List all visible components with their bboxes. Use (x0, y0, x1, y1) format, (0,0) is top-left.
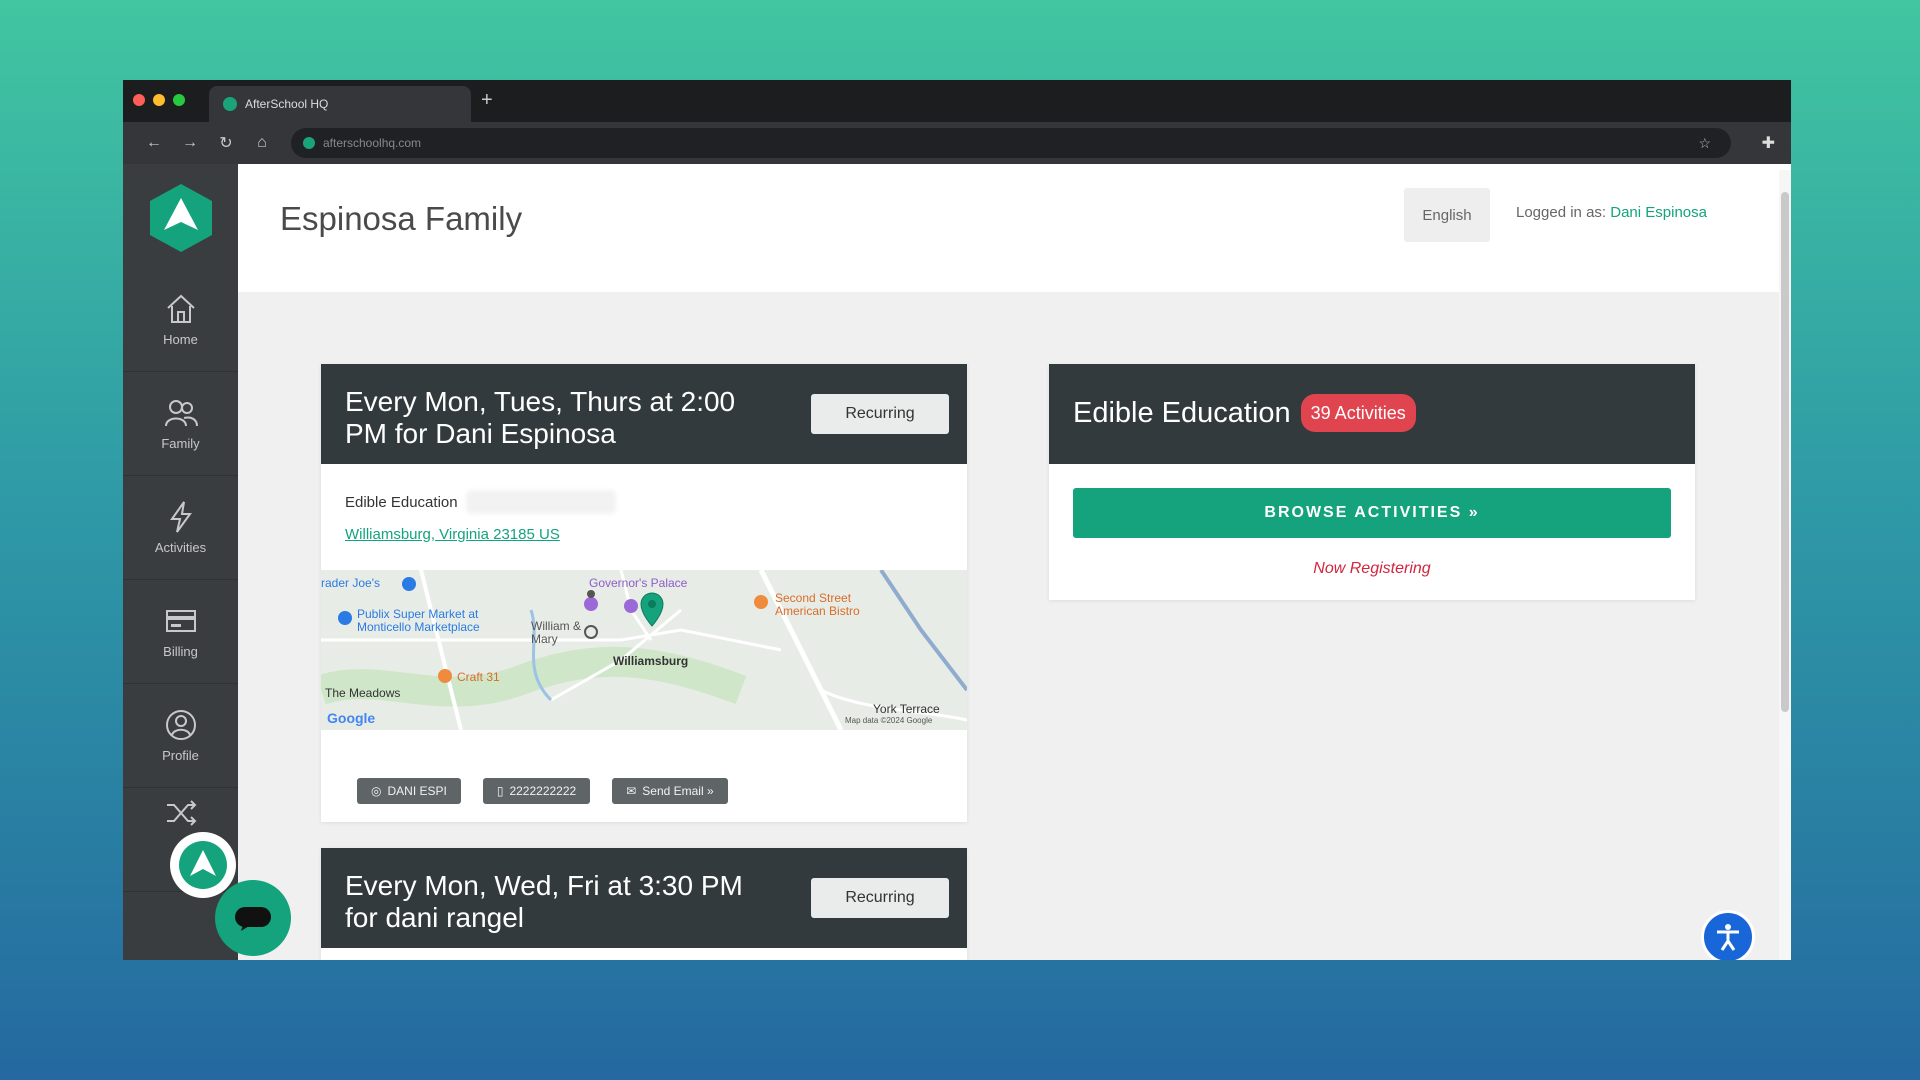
page-scrollbar[interactable] (1779, 170, 1791, 960)
sidebar-item-profile[interactable]: Profile (123, 684, 238, 788)
favicon-icon (223, 97, 237, 111)
tab-bar: AfterSchool HQ + (123, 80, 1791, 122)
child-chip[interactable]: ◎ DANI ESPI (357, 778, 461, 804)
url-text: afterschoolhq.com (323, 136, 422, 150)
phone-chip[interactable]: ▯ 2222222222 (482, 778, 591, 804)
redacted-field (465, 490, 616, 514)
sidebar-item-billing[interactable]: Billing (123, 580, 238, 684)
page-viewport: Home Family Activities Billing Profile E… (123, 164, 1791, 960)
enrollment-header: Every Mon, Wed, Fri at 3:30 PM for dani … (321, 848, 967, 948)
enrollment-card: Every Mon, Tues, Thurs at 2:00 PM for Da… (321, 364, 967, 822)
provider-name: Edible Education (1073, 397, 1291, 429)
schedule-title: Every Mon, Tues, Thurs at 2:00 PM for Da… (345, 386, 736, 449)
recurring-badge: Recurring (811, 878, 949, 918)
scroll-thumb[interactable] (1781, 192, 1789, 712)
family-icon (164, 400, 198, 427)
user-link[interactable]: Dani Espinosa (1610, 204, 1707, 221)
language-selector[interactable]: English (1404, 188, 1490, 242)
chip-label: DANI ESPI (387, 784, 447, 798)
accessibility-button[interactable] (1701, 910, 1755, 960)
browser-window: AfterSchool HQ + ← → ↻ ⌂ afterschoolhq.c… (123, 80, 1791, 960)
chip-label: 2222222222 (509, 784, 577, 798)
tab-title: AfterSchool HQ (245, 97, 329, 111)
home-browser-icon[interactable]: ⌂ (251, 134, 273, 152)
login-prefix: Logged in as: (1516, 204, 1607, 221)
minimize-window-button[interactable] (153, 94, 165, 106)
org-name: Edible Education (345, 493, 458, 511)
map-label: Craft 31 (457, 670, 500, 684)
contact-chips: ◎ DANI ESPI ▯ 2222222222 ✉ Send Email » (357, 778, 728, 804)
map-label: Second Street American Bistro (775, 591, 860, 618)
provider-header: Edible Education 39 Activities (1049, 364, 1695, 464)
location-map[interactable]: rader Joe's Governor's Palace Publix Sup… (321, 570, 967, 730)
enrollment-card: Every Mon, Wed, Fri at 3:30 PM for dani … (321, 848, 967, 960)
extensions-icon[interactable]: ✚ (1762, 133, 1775, 153)
sidebar-item-label: Activities (154, 540, 207, 555)
chat-bubble-icon (235, 907, 271, 931)
browser-tab[interactable]: AfterSchool HQ (209, 86, 471, 122)
provider-card: Edible Education 39 Activities BROWSE AC… (1049, 364, 1695, 600)
map-label: William & Mary (531, 619, 581, 646)
google-logo: Google (327, 710, 376, 726)
mail-icon: ✉ (626, 784, 637, 798)
map-attribution: Map data ©2024 Google (845, 716, 933, 725)
address-bar[interactable]: afterschoolhq.com ☆ (291, 128, 1731, 158)
registration-status: Now Registering (1313, 560, 1431, 577)
sidebar-item-label: Home (163, 332, 198, 347)
site-icon (303, 137, 315, 149)
sidebar-item-activities[interactable]: Activities (123, 476, 238, 580)
lightning-icon (169, 501, 192, 533)
map-label: Governor's Palace (589, 576, 688, 590)
sidebar-item-label: Profile (162, 748, 199, 763)
app-logo-icon (179, 841, 227, 889)
map-label: The Meadows (325, 686, 401, 700)
provider-title-row: Edible Education 39 Activities (1049, 364, 1695, 462)
shuffle-icon (166, 800, 196, 826)
billing-icon (165, 610, 196, 632)
home-icon (166, 294, 195, 323)
phone-icon: ▯ (496, 784, 504, 798)
browser-toolbar: ← → ↻ ⌂ afterschoolhq.com ☆ ✚ (123, 122, 1791, 164)
maximize-window-button[interactable] (173, 94, 185, 106)
profile-icon (165, 710, 196, 740)
map-label: York Terrace (873, 702, 940, 716)
sidebar-item-label: Billing (163, 644, 198, 659)
recurring-badge: Recurring (811, 394, 949, 434)
id-icon: ◎ (371, 784, 382, 798)
back-arrow-icon[interactable]: ← (143, 134, 165, 152)
chip-label: Send Email » (642, 784, 714, 798)
reload-icon[interactable]: ↻ (215, 133, 237, 153)
floating-app-logo[interactable] (170, 832, 236, 898)
org-row: Edible Education (345, 490, 616, 514)
sidebar-item-home[interactable]: Home (123, 268, 238, 372)
address-link[interactable]: Williamsburg, Virginia 23185 US (345, 526, 560, 543)
app-logo-icon[interactable] (150, 184, 212, 252)
sidebar-item-family[interactable]: Family (123, 372, 238, 476)
page-header: Espinosa Family English Logged in as: Da… (238, 164, 1791, 292)
window-controls (133, 94, 185, 106)
send-email-chip[interactable]: ✉ Send Email » (612, 778, 728, 804)
chat-button[interactable] (215, 880, 291, 956)
forward-arrow-icon[interactable]: → (179, 134, 201, 152)
map-label: rader Joe's (321, 576, 380, 590)
sidebar-item-label: Family (161, 436, 200, 451)
schedule-title: Every Mon, Wed, Fri at 3:30 PM for dani … (345, 870, 743, 933)
close-window-button[interactable] (133, 94, 145, 106)
map-label: Williamsburg (613, 654, 689, 668)
login-status: Logged in as: Dani Espinosa (1516, 204, 1707, 221)
activities-count-badge: 39 Activities (1300, 394, 1416, 432)
accessibility-icon (1717, 924, 1739, 951)
bookmark-star-icon[interactable]: ☆ (1698, 135, 1711, 152)
browse-activities-button[interactable]: BROWSE ACTIVITIES » (1073, 488, 1671, 538)
map-label: Publix Super Market at Monticello Market… (357, 607, 480, 634)
new-tab-button[interactable]: + (481, 89, 493, 112)
page-title: Espinosa Family (280, 200, 523, 237)
enrollment-header: Every Mon, Tues, Thurs at 2:00 PM for Da… (321, 364, 967, 464)
